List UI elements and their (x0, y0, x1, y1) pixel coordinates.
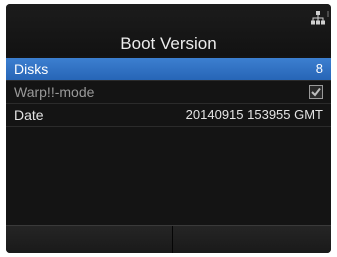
checkmark-icon (311, 87, 321, 97)
menu-row-label: Disks (14, 61, 49, 77)
printer-display-screen: Boot Version Disks 8 Warp!!-mode Date 20… (6, 4, 331, 253)
menu-row-label: Warp!!-mode (14, 84, 95, 100)
menu-row-date[interactable]: Date 20140915 153955 GMT (6, 104, 331, 126)
signal-indicator-icon (327, 11, 329, 17)
softkey-bar (6, 225, 331, 253)
title-bar: Boot Version (6, 4, 331, 56)
left-softkey-button[interactable] (6, 226, 172, 253)
menu-row-warp-mode[interactable]: Warp!!-mode (6, 81, 331, 103)
right-softkey-button[interactable] (173, 226, 331, 253)
menu-row-value: 20140915 153955 GMT (185, 107, 323, 122)
page-title: Boot Version (120, 34, 217, 53)
menu-row-value: 8 (315, 61, 323, 76)
warp-mode-checkbox[interactable] (309, 85, 323, 99)
menu-row-disks[interactable]: Disks 8 (6, 58, 331, 80)
menu-row-label: Date (14, 107, 44, 123)
network-icon (311, 11, 325, 25)
row-divider (6, 126, 331, 127)
